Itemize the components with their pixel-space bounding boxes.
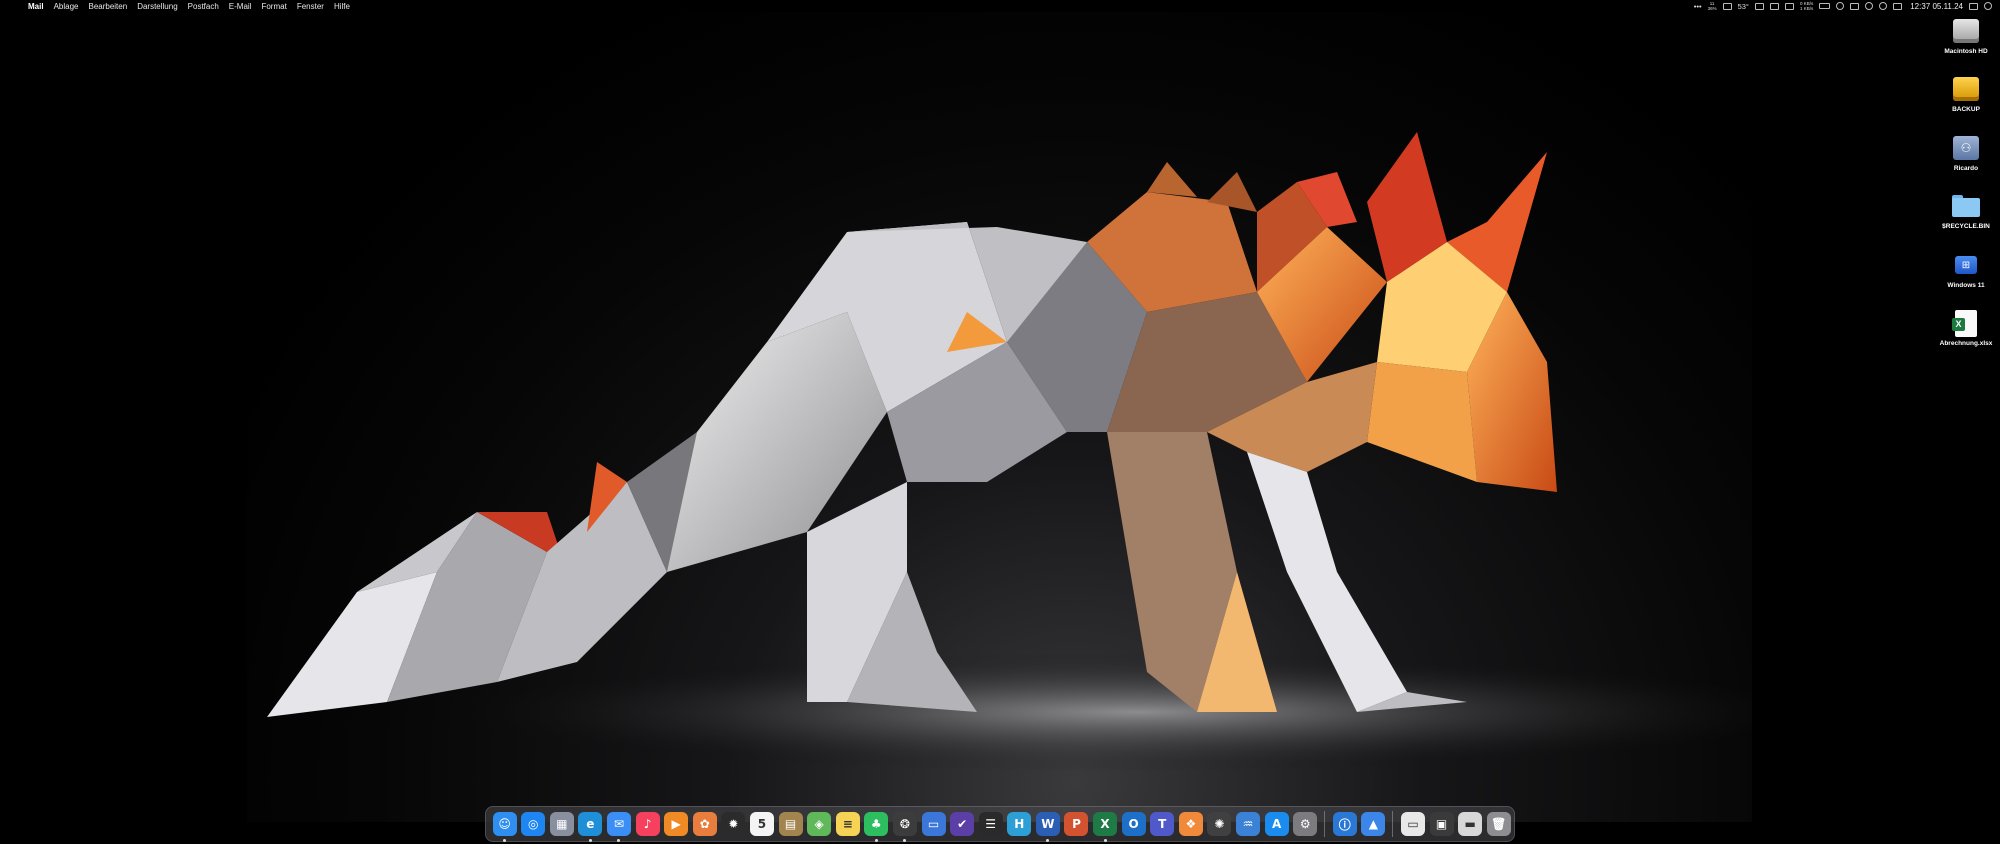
desktop-icon-label: Windows 11 [1947,282,1985,289]
desktop-icon-label: $RECYCLE.BIN [1942,223,1990,230]
menu-fenster[interactable]: Fenster [297,2,324,11]
network-share-icon: ⚇ [1953,136,1979,160]
desktop-icon-recycle-bin[interactable]: $RECYCLE.BIN [1940,192,1992,230]
network-monitor[interactable]: 0 KB/s 1 KB/s [1800,1,1813,11]
dock-stacks: ▭ ▣ ▬ 🗑 [1398,812,1512,836]
dock-app-group: ☺ ◎ ▦ e ✉ ♪ ▶ ✿ ✹ 5 ▤ ◈ ≡ ♣ ❂ ▭ ✔ ☰ H W P X O T ❖ ✺ ♒ A ⚙ [490,812,1319,842]
menu-postfach[interactable]: Postfach [188,2,219,11]
dock-calendar-icon[interactable]: 5 [749,812,774,836]
dock-excel-icon[interactable]: X [1093,812,1118,842]
desktop-icon-abrechnung-xlsx[interactable]: X Abrechnung.xlsx [1940,309,1992,347]
dock: ☺ ◎ ▦ e ✉ ♪ ▶ ✿ ✹ 5 ▤ ◈ ≡ ♣ ❂ ▭ ✔ ☰ H W P X O T ❖ ✺ ♒ A ⚙ ⓘ ▲ ▭ ▣ ▬ 🗑 [485,806,1515,842]
more-menu-icon[interactable]: ••• [1694,2,1702,11]
dock-photos-icon[interactable]: ✿ [692,812,717,836]
memory-icon[interactable] [1722,2,1732,10]
excel-file-icon: X [1952,309,1977,337]
dock-evernote-icon[interactable]: ♣ [864,812,889,842]
dock-documents-stack-icon[interactable]: ▬ [1458,812,1483,836]
desktop-icon-ricardo[interactable]: ⚇ Ricardo [1940,134,1992,172]
menu-bearbeiten[interactable]: Bearbeiten [88,2,127,11]
dock-appstore-icon[interactable]: A [1264,812,1289,836]
sensor-icon[interactable] [1784,2,1794,10]
desktop-wallpaper [247,12,1752,822]
desktop-icon-label: Ricardo [1953,165,1979,172]
dock-notes-brown-icon[interactable]: ▤ [778,812,803,836]
dock-safari-icon[interactable]: ◎ [521,812,546,836]
dock-taskheat-icon[interactable]: ☰ [978,812,1003,836]
dock-teams-icon[interactable]: T [1150,812,1175,836]
cpu-monitor[interactable]: 11 36% [1708,1,1717,11]
folder-icon [1952,195,1980,217]
dock-settings-icon[interactable]: ⚙ [1293,812,1318,836]
menu-email[interactable]: E-Mail [229,2,252,11]
desktop-icon-backup[interactable]: BACKUP [1940,75,1992,113]
menu-clock[interactable]: 12:37 05.11.24 [1910,2,1963,11]
dock-infuse-icon[interactable]: ▶ [664,812,689,836]
dock-mail-icon[interactable]: ✉ [606,812,631,842]
dock-maps-icon[interactable]: ◈ [807,812,832,836]
menu-bar: Mail Ablage Bearbeiten Darstellung Postf… [0,0,2000,12]
sync-icon[interactable] [1865,2,1874,10]
windows-vm-icon: ⊞ [1955,256,1977,274]
wifi-icon[interactable] [1879,2,1888,10]
desktop-icon-label: Macintosh HD [1944,48,1988,55]
battery-icon[interactable] [1819,3,1831,9]
dock-sunburst-icon[interactable]: ✹ [721,812,746,836]
disk-icon[interactable] [1754,2,1764,10]
dock-screens-icon[interactable]: ▭ [921,812,946,836]
gpu-icon[interactable] [1769,2,1779,10]
external-drive-icon [1953,77,1979,101]
notification-center-icon[interactable] [1984,2,1992,10]
temperature-readout[interactable]: 53° [1738,2,1749,11]
dock-separator [1324,811,1326,837]
dock-onepassword-icon[interactable]: ⓘ [1332,812,1357,836]
dock-omnifocus-icon[interactable]: ✔ [950,812,975,836]
dock-notes-icon[interactable]: ≡ [835,812,860,836]
status-area: ••• 11 36% 53° 0 KB/s 1 KB/s 12:37 05.11… [1694,0,1992,12]
desktop-icon-label: BACKUP [1952,106,1980,113]
dock-music-icon[interactable]: ♪ [635,812,660,836]
menu-format[interactable]: Format [261,2,286,11]
dock-recent-apps: ⓘ ▲ [1330,812,1387,836]
dock-chatgpt-icon[interactable]: ❂ [892,812,917,842]
display-icon[interactable] [1850,2,1860,10]
dock-downloads-stack-icon[interactable]: ▭ [1401,812,1425,836]
dock-activity-icon[interactable]: ♒ [1236,812,1261,836]
weather-icon[interactable] [1893,2,1903,10]
control-center-icon[interactable] [1969,2,1978,10]
dock-shortcuts-icon[interactable]: ❖ [1178,812,1203,836]
menu-hilfe[interactable]: Hilfe [334,2,350,11]
cpu-bottom-value: 36% [1707,6,1717,11]
dock-powerpoint-icon[interactable]: P [1064,812,1089,836]
network-down-value: 1 KB/s [1799,6,1814,11]
dock-outlook-icon[interactable]: O [1121,812,1146,836]
desktop-icon-label: Abrechnung.xlsx [1939,340,1993,347]
internal-drive-icon [1953,19,1979,43]
dock-hook-icon[interactable]: H [1007,812,1032,836]
menu-darstellung[interactable]: Darstellung [137,2,177,11]
desktop-icon-windows-11[interactable]: ⊞ Windows 11 [1940,251,1992,289]
menu-app-name[interactable]: Mail [28,2,44,11]
menu-ablage[interactable]: Ablage [54,2,79,11]
clock-app-icon[interactable] [1836,2,1845,10]
dock-deskapp-icon[interactable]: ▲ [1361,812,1386,836]
desktop-icon-macintosh-hd[interactable]: Macintosh HD [1940,17,1992,55]
dock-trash-icon[interactable]: 🗑 [1486,812,1511,836]
dock-finder-icon[interactable]: ☺ [492,812,517,842]
dock-screenshot-stack-icon[interactable]: ▣ [1429,812,1454,836]
dock-openai-icon[interactable]: ✺ [1207,812,1232,836]
dock-launchpad-icon[interactable]: ▦ [549,812,574,836]
dock-word-icon[interactable]: W [1035,812,1060,842]
origami-fox-illustration [267,132,1752,772]
dock-edge-icon[interactable]: e [578,812,603,842]
dock-separator [1392,811,1394,837]
